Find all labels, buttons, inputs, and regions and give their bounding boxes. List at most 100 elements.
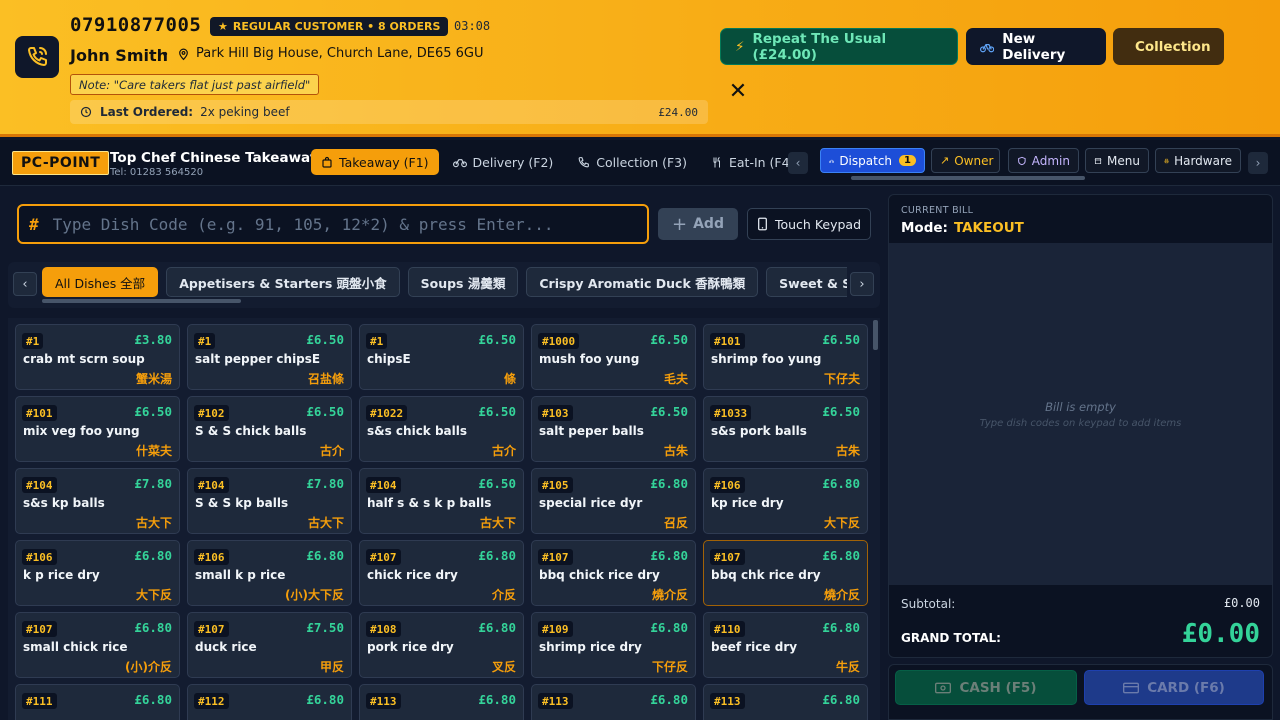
dish-code: #101 bbox=[22, 405, 57, 421]
dish-card[interactable]: #102 £6.50 S & S chick balls 古介 bbox=[187, 396, 352, 462]
category-scroll-right-icon[interactable]: › bbox=[850, 272, 874, 296]
subtotal-value: £0.00 bbox=[1223, 596, 1260, 610]
dish-card[interactable]: #103 £6.50 salt peper balls 古朱 bbox=[531, 396, 696, 462]
dish-grid-scrollbar[interactable] bbox=[873, 320, 878, 350]
customer-address: Park Hill Big House, Church Lane, DE65 6… bbox=[177, 46, 484, 61]
dish-card[interactable]: #105 £6.80 special rice dyr 召反 bbox=[531, 468, 696, 534]
dish-card[interactable]: #1022 £6.50 s&s chick balls 古介 bbox=[359, 396, 524, 462]
category-scroll-left-icon[interactable]: ‹ bbox=[13, 272, 37, 296]
tab-collection[interactable]: Collection (F3) bbox=[567, 149, 697, 175]
dish-name: salt pepper chipsE bbox=[195, 352, 321, 366]
dispatch-button[interactable]: Dispatch 1 bbox=[820, 148, 925, 173]
dish-name: shrimp foo yung bbox=[711, 352, 822, 366]
dish-code: #108 bbox=[366, 621, 401, 637]
shop-telephone: Tel: 01283 564520 bbox=[110, 167, 204, 178]
nav-scroll-left-icon[interactable]: ‹ bbox=[788, 152, 808, 174]
category-appetisers[interactable]: Appetisers & Starters 頭盤小食 bbox=[166, 267, 400, 297]
dish-chinese-name: 古大下 bbox=[135, 516, 172, 530]
last-ordered-label: Last Ordered: bbox=[100, 105, 194, 119]
dish-card[interactable]: #111 £6.80 bbox=[15, 684, 180, 720]
dish-card[interactable]: #107 £6.80 bbq chick rice dry 燒介反 bbox=[531, 540, 696, 606]
dish-card[interactable]: #104 £7.80 S & S kp balls 古大下 bbox=[187, 468, 352, 534]
dish-card[interactable]: #104 £7.80 s&s kp balls 古大下 bbox=[15, 468, 180, 534]
dish-price: £6.80 bbox=[822, 476, 860, 491]
dish-card[interactable]: #104 £6.50 half s & s k p balls 古大下 bbox=[359, 468, 524, 534]
cash-button[interactable]: CASH (F5) bbox=[895, 670, 1077, 705]
dish-name: mix veg foo yung bbox=[23, 424, 140, 438]
dish-card[interactable]: #1033 £6.50 s&s pork balls 古朱 bbox=[703, 396, 868, 462]
dish-card[interactable]: #108 £6.80 pork rice dry 叉反 bbox=[359, 612, 524, 678]
customer-note: Note: "Care takers flat just past airfie… bbox=[70, 74, 320, 95]
dish-price: £6.50 bbox=[650, 332, 688, 347]
tab-takeaway[interactable]: Takeaway (F1) bbox=[311, 149, 439, 175]
dish-name: chipsE bbox=[367, 352, 411, 366]
dish-price: £6.80 bbox=[822, 620, 860, 635]
dish-price: £6.50 bbox=[306, 332, 344, 347]
dish-code: #104 bbox=[194, 477, 229, 493]
menu-button[interactable]: Menu bbox=[1085, 148, 1149, 173]
dish-card[interactable]: #107 £6.80 small chick rice (小)介反 bbox=[15, 612, 180, 678]
dish-price: £6.80 bbox=[478, 692, 516, 707]
touch-keypad-label: Touch Keypad bbox=[774, 216, 862, 232]
dish-code-input[interactable] bbox=[52, 214, 637, 234]
dish-chinese-name: 燒介反 bbox=[651, 588, 688, 602]
touch-keypad-button[interactable]: Touch Keypad bbox=[747, 208, 871, 240]
hardware-button[interactable]: Hardware bbox=[1155, 148, 1241, 173]
bag-icon bbox=[322, 156, 332, 168]
dish-card[interactable]: #101 £6.50 mix veg foo yung 什菜夫 bbox=[15, 396, 180, 462]
category-sweet-sour[interactable]: Sweet & Sour Dishes 甜酸古老 bbox=[766, 267, 847, 297]
dish-card[interactable]: #1 £6.50 chipsE 條 bbox=[359, 324, 524, 390]
dish-name: s&s pork balls bbox=[711, 424, 807, 438]
dish-card[interactable]: #106 £6.80 kp rice dry 大下反 bbox=[703, 468, 868, 534]
dish-chinese-name: 什菜夫 bbox=[135, 444, 172, 458]
dish-price: £6.50 bbox=[822, 404, 860, 419]
category-crispy-duck[interactable]: Crispy Aromatic Duck 香酥鴨類 bbox=[526, 267, 759, 297]
dish-card[interactable]: #112 £6.80 bbox=[187, 684, 352, 720]
tab-delivery-label: Delivery (F2) bbox=[472, 154, 554, 170]
add-dish-button[interactable]: + Add bbox=[658, 208, 738, 240]
dish-card[interactable]: #106 £6.80 small k p rice (小)大下反 bbox=[187, 540, 352, 606]
dish-card[interactable]: #107 £7.50 duck rice 甲反 bbox=[187, 612, 352, 678]
dish-card[interactable]: #1 £6.50 salt pepper chipsE 召盐條 bbox=[187, 324, 352, 390]
dish-code: #106 bbox=[22, 549, 57, 565]
customer-address-text: Park Hill Big House, Church Lane, DE65 6… bbox=[196, 46, 484, 61]
admin-button[interactable]: Admin bbox=[1008, 148, 1079, 173]
tab-eat-in-label: Eat-In (F4) bbox=[729, 154, 795, 170]
repeat-usual-button[interactable]: ⚡ Repeat The Usual (£24.00) bbox=[720, 28, 958, 65]
category-scrollbar[interactable] bbox=[42, 299, 241, 303]
dish-card[interactable]: #109 £6.80 shrimp rice dry 下仔反 bbox=[531, 612, 696, 678]
map-pin-icon bbox=[179, 48, 188, 60]
dish-card[interactable]: #106 £6.80 k p rice dry 大下反 bbox=[15, 540, 180, 606]
dish-code: #101 bbox=[710, 333, 745, 349]
bill-empty-title: Bill is empty bbox=[1045, 400, 1116, 414]
dish-grid-area: #1 £3.80 crab mt scrn soup 蟹米湯 #1 £6.50 salt p… bbox=[8, 318, 880, 720]
dish-card[interactable]: #1 £3.80 crab mt scrn soup 蟹米湯 bbox=[15, 324, 180, 390]
bill-items-area bbox=[889, 243, 1272, 585]
dish-name: half s & s k p balls bbox=[367, 496, 492, 510]
dish-chinese-name: 下仔反 bbox=[651, 660, 688, 674]
category-all-dishes[interactable]: All Dishes 全部 bbox=[42, 267, 159, 297]
dish-card[interactable]: #113 £6.80 bbox=[359, 684, 524, 720]
card-button[interactable]: CARD (F6) bbox=[1084, 670, 1264, 705]
dish-code: #105 bbox=[538, 477, 573, 493]
dish-card[interactable]: #110 £6.80 beef rice dry 牛反 bbox=[703, 612, 868, 678]
dish-card[interactable]: #101 £6.50 shrimp foo yung 下仔夫 bbox=[703, 324, 868, 390]
close-banner-icon[interactable]: ✕ bbox=[727, 79, 749, 104]
collection-button[interactable]: Collection bbox=[1113, 28, 1224, 65]
dish-chinese-name: 召盐條 bbox=[307, 372, 344, 386]
last-ordered-bar: Last Ordered: 2x peking beef £24.00 bbox=[70, 100, 708, 124]
owner-button[interactable]: ↗ Owner bbox=[931, 148, 1000, 173]
dish-card[interactable]: #113 £6.80 bbox=[703, 684, 868, 720]
dish-code: #107 bbox=[710, 549, 745, 565]
dish-name: mush foo yung bbox=[539, 352, 640, 366]
category-soups[interactable]: Soups 湯羹類 bbox=[407, 267, 519, 297]
dish-card[interactable]: #1000 £6.50 mush foo yung 毛夫 bbox=[531, 324, 696, 390]
new-delivery-button[interactable]: New Delivery bbox=[966, 28, 1106, 65]
dish-card[interactable]: #107 £6.80 chick rice dry 介反 bbox=[359, 540, 524, 606]
dish-card[interactable]: #113 £6.80 bbox=[531, 684, 696, 720]
dish-card[interactable]: #107 £6.80 bbq chk rice dry 燒介反 bbox=[703, 540, 868, 606]
tab-delivery[interactable]: Delivery (F2) bbox=[443, 149, 564, 175]
nav-scroll-right-icon[interactable]: › bbox=[1248, 152, 1268, 174]
dish-price: £6.80 bbox=[650, 692, 688, 707]
nav-scrollbar[interactable] bbox=[851, 176, 1085, 180]
